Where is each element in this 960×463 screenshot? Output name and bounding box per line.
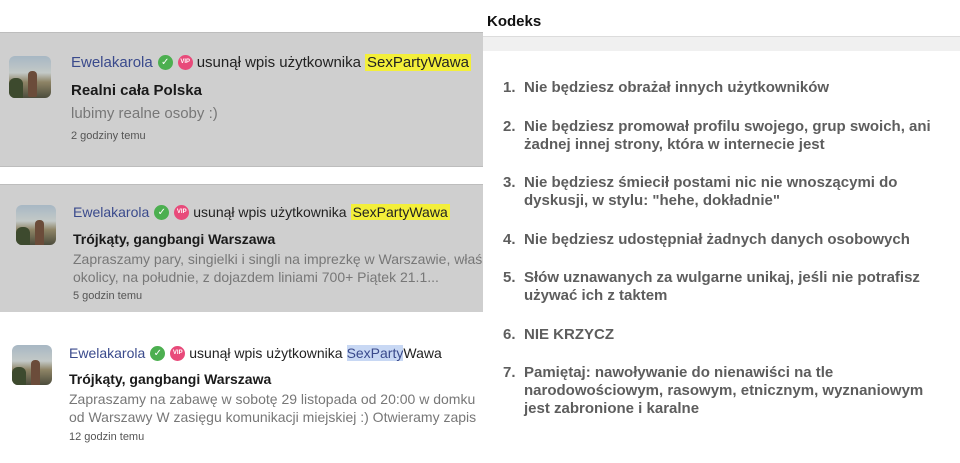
- target-user-link-selected[interactable]: SexParty: [346, 345, 404, 361]
- kodeks-header: Kodeks: [483, 8, 960, 37]
- avatar[interactable]: [9, 56, 51, 98]
- rule-item: 5. Słów uznawanych za wulgarne unikaj, j…: [503, 269, 953, 305]
- post-excerpt-line: Zapraszamy pary, singielki i singli na i…: [73, 251, 483, 267]
- rule-text: Słów uznawanych za wulgarne unikaj, jeśl…: [524, 269, 920, 304]
- rule-text: Nie będziesz promował profilu swojego, g…: [524, 118, 931, 153]
- target-user-link[interactable]: SexPartyWawa: [364, 54, 471, 71]
- rule-text: NIE KRZYCZ: [524, 326, 614, 343]
- activity-header: Ewelakarola ✓ VIP usunął wpis użytkownik…: [71, 54, 471, 71]
- timestamp: 12 godzin temu: [69, 431, 145, 443]
- vip-badge-icon: VIP: [177, 55, 193, 70]
- rule-text: Nie będziesz udostępniał żadnych danych …: [524, 231, 910, 248]
- kodeks-title: Kodeks: [487, 13, 542, 30]
- rule-text: Pamiętaj: nawoływanie do nienawiści na t…: [524, 364, 924, 417]
- post-excerpt-line: Zapraszamy na zabawę w sobotę 29 listopa…: [69, 391, 476, 407]
- rule-number: 7.: [503, 364, 516, 381]
- avatar[interactable]: [12, 345, 52, 385]
- post-title[interactable]: Trójkąty, gangbangi Warszawa: [73, 231, 275, 247]
- kodeks-panel: Kodeks 1. Nie będziesz obrażał innych uż…: [483, 0, 960, 463]
- rule-text: Nie będziesz śmiecił postami nic nie wno…: [524, 174, 898, 209]
- target-user-link-rest[interactable]: Wawa: [403, 345, 441, 361]
- rule-item: 2. Nie będziesz promował profilu swojego…: [503, 118, 953, 154]
- rule-item: 7. Pamiętaj: nawoływanie do nienawiści n…: [503, 364, 953, 418]
- target-user-link[interactable]: SexPartyWawa: [350, 204, 450, 220]
- rule-item: 4. Nie będziesz udostępniał żadnych dany…: [503, 231, 953, 249]
- rule-item: 1. Nie będziesz obrażał innych użytkowni…: [503, 79, 953, 97]
- timestamp: 2 godziny temu: [71, 130, 146, 142]
- rule-text: Nie będziesz obrażał innych użytkowników: [524, 79, 830, 96]
- post-excerpt-line: od Warszawy W zasięgu komunikacji miejsk…: [69, 409, 477, 425]
- post-excerpt: lubimy realne osoby :): [71, 105, 218, 122]
- username-link[interactable]: Ewelakarola: [69, 345, 145, 361]
- activity-feed: Ewelakarola ✓ VIP usunął wpis użytkownik…: [0, 0, 483, 463]
- rule-number: 5.: [503, 269, 516, 286]
- action-text: usunął wpis użytkownika: [189, 345, 343, 361]
- rule-number: 3.: [503, 174, 516, 191]
- rule-number: 6.: [503, 326, 516, 343]
- vip-badge-icon: VIP: [170, 345, 186, 361]
- username-link[interactable]: Ewelakarola: [73, 204, 149, 220]
- username-link[interactable]: Ewelakarola: [71, 54, 153, 71]
- post-title[interactable]: Trójkąty, gangbangi Warszawa: [69, 371, 271, 387]
- divider: [483, 37, 960, 51]
- activity-item: Ewelakarola ✓ VIP usunął wpis użytkownik…: [0, 184, 483, 312]
- activity-header: Ewelakarola ✓ VIP usunął wpis użytkownik…: [69, 345, 442, 361]
- action-text: usunął wpis użytkownika: [193, 204, 347, 220]
- avatar[interactable]: [16, 205, 56, 245]
- verified-badge-icon: ✓: [157, 55, 173, 70]
- activity-item: Ewelakarola ✓ VIP usunął wpis użytkownik…: [0, 32, 483, 167]
- verified-badge-icon: ✓: [154, 204, 170, 220]
- vip-badge-icon: VIP: [174, 204, 190, 220]
- rule-number: 1.: [503, 79, 516, 96]
- activity-item: Ewelakarola ✓ VIP usunął wpis użytkownik…: [0, 330, 483, 463]
- post-title[interactable]: Realni cała Polska: [71, 82, 202, 99]
- activity-header: Ewelakarola ✓ VIP usunął wpis użytkownik…: [73, 204, 450, 220]
- post-excerpt-line: okolicy, na południe, z dojazdem liniami…: [73, 269, 439, 285]
- action-text: usunął wpis użytkownika: [196, 54, 361, 71]
- rule-number: 2.: [503, 118, 516, 135]
- timestamp: 5 godzin temu: [73, 290, 143, 302]
- verified-badge-icon: ✓: [150, 345, 166, 361]
- rule-item: 6. NIE KRZYCZ: [503, 326, 953, 344]
- rule-number: 4.: [503, 231, 516, 248]
- rule-item: 3. Nie będziesz śmiecił postami nic nie …: [503, 174, 953, 210]
